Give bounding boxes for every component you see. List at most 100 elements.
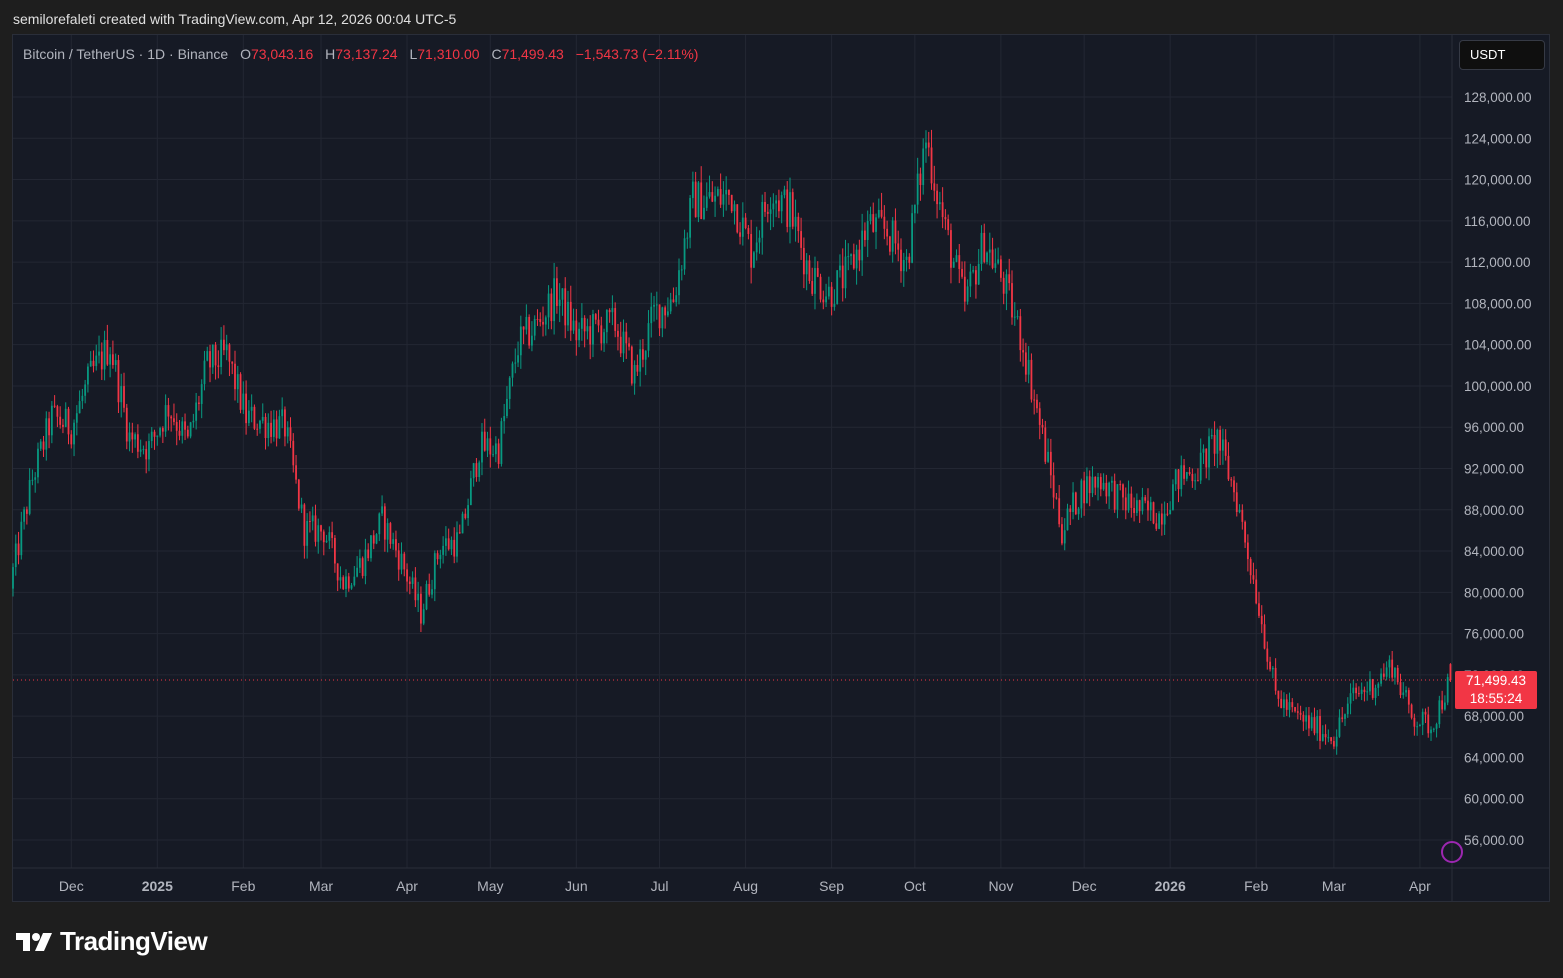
candle-body: [1278, 691, 1280, 699]
candle-body: [1019, 316, 1021, 350]
candle-body: [689, 198, 691, 238]
candle-body: [112, 354, 114, 365]
candle-body: [745, 218, 747, 229]
candle-body: [1314, 717, 1316, 733]
candle-body: [714, 196, 716, 202]
tradingview-logo[interactable]: TradingView: [16, 926, 207, 957]
candle-body: [370, 535, 372, 558]
candle-body: [1150, 502, 1152, 510]
bar-countdown: 18:55:24: [1455, 690, 1537, 708]
candle-body: [1377, 684, 1379, 688]
candle-body: [165, 405, 167, 432]
candle-body: [570, 302, 572, 331]
candle-body: [1297, 711, 1299, 713]
candle-body: [342, 577, 344, 589]
candle-body: [1097, 477, 1099, 488]
candle-body: [795, 217, 797, 227]
candle-body: [1142, 497, 1144, 511]
candle-body: [1236, 492, 1238, 512]
chart-svg[interactable]: 56,000.0060,000.0064,000.0068,000.0072,0…: [0, 0, 1563, 978]
open-value: 73,043.16: [251, 46, 313, 62]
candle-body: [1300, 713, 1302, 715]
candle-body: [914, 205, 916, 214]
candle-body: [173, 418, 175, 422]
candle-body: [1169, 510, 1171, 514]
candle-body: [1355, 688, 1357, 693]
candle-body: [517, 355, 519, 362]
candle-body: [1153, 502, 1155, 523]
candle-body: [306, 521, 308, 546]
candle-body: [1294, 707, 1296, 711]
candle-body: [140, 450, 142, 452]
candle-body: [351, 585, 353, 588]
candle-body: [814, 268, 816, 294]
candle-body: [187, 430, 189, 437]
candle-body: [470, 478, 472, 505]
high-label: H: [325, 46, 335, 62]
candle-body: [262, 417, 264, 421]
candle-body: [750, 234, 752, 268]
candle-body: [1222, 439, 1224, 450]
candle-body: [603, 332, 605, 343]
candle-body: [503, 416, 505, 421]
candle-body: [1083, 480, 1085, 503]
candle-body: [303, 505, 305, 546]
candle-body: [753, 252, 755, 267]
candle-body: [834, 304, 836, 307]
candle-body: [864, 231, 866, 240]
currency-button[interactable]: USDT: [1459, 40, 1545, 70]
open-label: O: [240, 46, 251, 62]
candle-body: [387, 523, 389, 540]
candle-body: [267, 423, 269, 438]
tradingview-logo-icon: [16, 931, 54, 953]
candle-body: [59, 417, 61, 425]
candle-body: [1444, 703, 1446, 710]
candle-body: [684, 238, 686, 269]
candle-body: [523, 327, 525, 330]
candle-body: [1178, 469, 1180, 489]
candle-body: [337, 564, 339, 581]
candle-body: [1255, 580, 1257, 604]
candle-body: [772, 203, 774, 209]
candle-body: [489, 438, 491, 454]
candle-body: [1133, 508, 1135, 513]
candle-body: [93, 361, 95, 366]
candle-body: [459, 532, 461, 533]
candle-body: [481, 432, 483, 463]
candle-body: [578, 329, 580, 340]
symbol-title[interactable]: Bitcoin / TetherUS · 1D · Binance: [23, 46, 228, 62]
candle-body: [1319, 716, 1321, 741]
price-tick-label: 92,000.00: [1464, 462, 1524, 477]
candle-body: [392, 539, 394, 544]
candle-body: [820, 277, 822, 300]
candle-body: [542, 322, 544, 325]
candle-body: [1139, 500, 1141, 511]
candle-body: [800, 231, 802, 248]
candle-body: [162, 428, 164, 432]
candle-body: [328, 532, 330, 541]
candle-body: [423, 609, 425, 623]
candle-body: [37, 449, 39, 478]
candle-body: [1375, 688, 1377, 698]
candle-body: [281, 409, 283, 416]
candle-body: [234, 364, 236, 390]
candle-body: [403, 554, 405, 570]
candle-body: [478, 462, 480, 477]
candle-body: [431, 589, 433, 594]
candle-body: [1117, 484, 1119, 509]
candle-body: [367, 550, 369, 559]
candle-body: [381, 506, 383, 513]
candle-body: [467, 505, 469, 518]
candle-body: [1247, 543, 1249, 560]
candle-body: [728, 190, 730, 195]
candle-body: [356, 568, 358, 577]
candle-body: [348, 576, 350, 588]
candle-body: [645, 351, 647, 360]
candle-body: [534, 319, 536, 336]
candle-body: [1064, 530, 1066, 543]
candle-body: [81, 396, 83, 401]
candle-body: [487, 438, 489, 450]
candle-body: [512, 364, 514, 378]
candle-body: [1280, 699, 1282, 708]
high-value: 73,137.24: [335, 46, 397, 62]
